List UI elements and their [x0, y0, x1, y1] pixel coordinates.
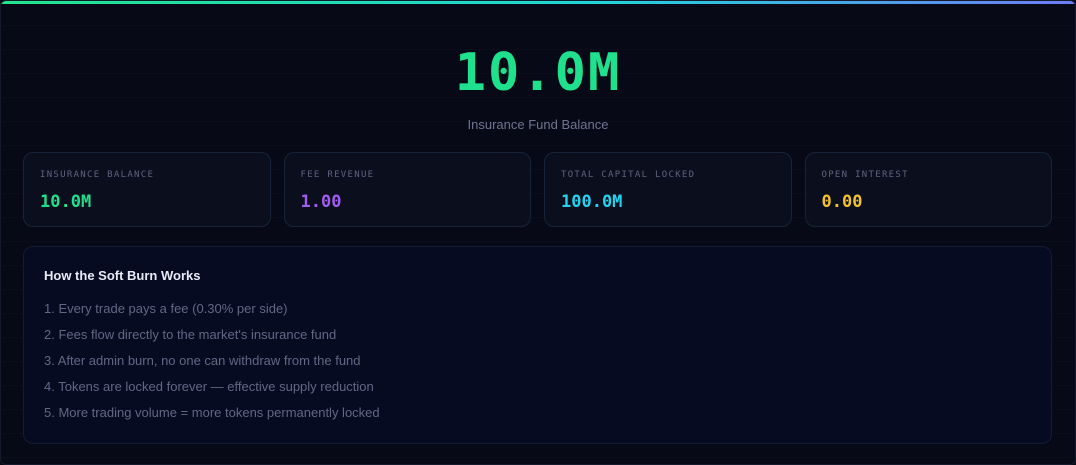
stat-label: FEE REVENUE: [300, 170, 375, 180]
stat-card-insurance-balance: INSURANCE BALANCE 10.0M: [23, 152, 271, 227]
insurance-fund-panel: 10.0M Insurance Fund Balance INSURANCE B…: [0, 0, 1076, 465]
info-step: 1. Every trade pays a fee (0.30% per sid…: [44, 301, 288, 316]
soft-burn-info-card: How the Soft Burn Works 1. Every trade p…: [23, 246, 1052, 444]
info-step: 5. More trading volume = more tokens per…: [44, 405, 380, 420]
stat-card-open-interest: OPEN INTEREST 0.00: [804, 152, 1052, 227]
top-accent-bar: [1, 1, 1075, 4]
info-title: How the Soft Burn Works: [44, 268, 201, 283]
hero-section: 10.0M Insurance Fund Balance: [1, 43, 1075, 132]
insurance-fund-balance-label: Insurance Fund Balance: [467, 117, 609, 132]
stat-value: 10.0M: [40, 192, 92, 212]
info-step: 3. After admin burn, no one can withdraw…: [44, 353, 361, 368]
stat-value: 1.00: [300, 192, 342, 212]
stat-label: TOTAL CAPITAL LOCKED: [561, 170, 696, 180]
stat-label: INSURANCE BALANCE: [40, 170, 155, 180]
stat-label: OPEN INTEREST: [821, 170, 909, 180]
stat-value: 100.0M: [561, 192, 623, 212]
info-step: 2. Fees flow directly to the market's in…: [44, 327, 337, 342]
info-steps-list: 1. Every trade pays a fee (0.30% per sid…: [44, 296, 1031, 426]
stats-row: INSURANCE BALANCE 10.0M FEE REVENUE 1.00…: [23, 152, 1052, 227]
stat-value: 0.00: [821, 192, 863, 212]
stat-card-fee-revenue: FEE REVENUE 1.00: [283, 152, 531, 227]
stat-card-total-capital-locked: TOTAL CAPITAL LOCKED 100.0M: [544, 152, 792, 227]
info-step: 4. Tokens are locked forever — effective…: [44, 379, 374, 394]
insurance-fund-balance-value: 10.0M: [454, 43, 622, 103]
